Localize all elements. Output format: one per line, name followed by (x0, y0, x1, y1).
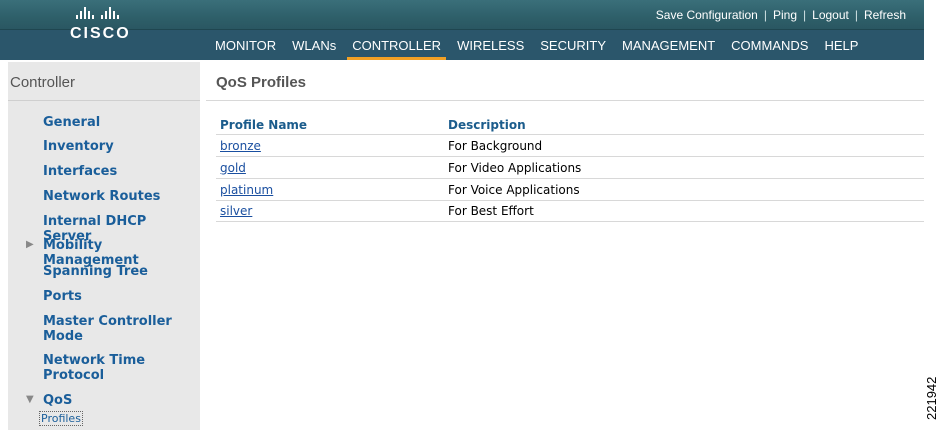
profile-description: For Best Effort (448, 204, 534, 218)
sidebar-title: Controller (10, 74, 76, 91)
profile-link-platinum[interactable]: platinum (220, 183, 273, 197)
profile-link-bronze[interactable]: bronze (220, 139, 261, 153)
expand-down-icon[interactable]: ▼ (26, 394, 34, 405)
table-row: bronze For Background (216, 134, 924, 156)
sidebar-item-network-time-protocol[interactable]: Network Time Protocol (43, 353, 193, 383)
profile-description: For Background (448, 138, 543, 153)
expand-right-icon[interactable]: ▶ (26, 239, 34, 250)
sidebar-item-ports[interactable]: Ports (43, 289, 193, 304)
top-links: Save Configuration | Ping | Logout | Ref… (650, 6, 912, 24)
profile-link-gold[interactable]: gold (220, 161, 246, 175)
ping-link[interactable]: Ping (767, 8, 803, 22)
profile-description: For Voice Applications (448, 182, 580, 197)
sidebar-item-qos[interactable]: QoS (43, 393, 193, 408)
sidebar-item-master-controller-mode[interactable]: Master Controller Mode (43, 314, 193, 344)
table-row: silver For Best Effort (216, 200, 924, 222)
table-row: platinum For Voice Applications (216, 178, 924, 200)
title-divider (206, 100, 924, 101)
table-row: gold For Video Applications (216, 156, 924, 178)
profile-description: For Video Applications (448, 160, 582, 175)
sidebar-item-inventory[interactable]: Inventory (43, 139, 193, 154)
sidebar-item-spanning-tree[interactable]: Spanning Tree (43, 264, 193, 279)
nav-wlans[interactable]: WLANs (287, 30, 341, 60)
column-header-profile-name: Profile Name (220, 118, 308, 132)
nav-controller[interactable]: CONTROLLER (347, 30, 447, 60)
page-title: QoS Profiles (216, 74, 307, 91)
nav-help[interactable]: HELP (819, 30, 863, 60)
column-header-description: Description (448, 118, 526, 132)
sidebar-divider (8, 100, 200, 101)
sidebar-item-interfaces[interactable]: Interfaces (43, 164, 193, 179)
cisco-logo-icon (76, 5, 140, 19)
sidebar-item-general[interactable]: General (43, 115, 193, 130)
nav-management[interactable]: MANAGEMENT (617, 30, 720, 60)
sidebar: Controller General Inventory Interfaces … (8, 62, 200, 430)
nav-wireless[interactable]: WIRELESS (452, 30, 529, 60)
cisco-logo-text: CISCO (70, 25, 131, 42)
nav-security[interactable]: SECURITY (535, 30, 611, 60)
save-configuration-link[interactable]: Save Configuration (650, 8, 764, 22)
figure-id: 221942 (924, 376, 939, 420)
cisco-logo: CISCO (70, 5, 140, 51)
qos-profiles-table: Profile Name Description bronze For Back… (216, 114, 924, 222)
sidebar-subitem-profiles[interactable]: Profiles (39, 411, 83, 426)
nav-monitor[interactable]: MONITOR (210, 30, 281, 60)
refresh-link[interactable]: Refresh (858, 8, 912, 22)
nav-commands[interactable]: COMMANDS (726, 30, 813, 60)
profile-link-silver[interactable]: silver (220, 204, 252, 218)
table-header: Profile Name Description (216, 114, 924, 134)
logout-link[interactable]: Logout (806, 8, 855, 22)
sidebar-item-network-routes[interactable]: Network Routes (43, 189, 193, 204)
